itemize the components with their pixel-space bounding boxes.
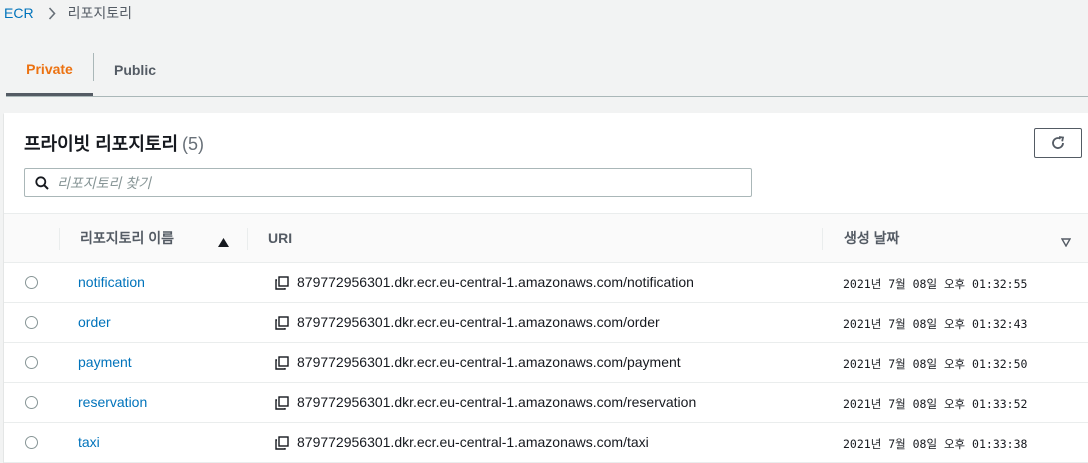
row-select-radio[interactable] bbox=[25, 436, 38, 449]
column-header-uri: URI bbox=[268, 230, 293, 246]
repository-name-link[interactable]: notification bbox=[78, 274, 145, 290]
panel-title-text: 프라이빗 리포지토리 bbox=[24, 134, 179, 154]
row-select-radio[interactable] bbox=[25, 396, 38, 409]
refresh-icon bbox=[1050, 135, 1066, 151]
search-box bbox=[24, 168, 752, 197]
table-row: taxi 879772956301.dkr.ecr.eu-central-1.a… bbox=[4, 423, 1088, 463]
table-row: payment 879772956301.dkr.ecr.eu-central-… bbox=[4, 343, 1088, 383]
column-separator bbox=[59, 228, 60, 250]
breadcrumb-ecr-link[interactable]: ECR bbox=[4, 5, 34, 21]
repository-uri: 879772956301.dkr.ecr.eu-central-1.amazon… bbox=[297, 314, 660, 330]
repository-uri: 879772956301.dkr.ecr.eu-central-1.amazon… bbox=[297, 434, 649, 450]
table-header: 리포지토리 이름 URI 생성 날짜 bbox=[4, 213, 1088, 263]
refresh-button[interactable] bbox=[1034, 128, 1082, 158]
column-header-name[interactable]: 리포지토리 이름 bbox=[80, 214, 174, 262]
table-row: order 879772956301.dkr.ecr.eu-central-1.… bbox=[4, 303, 1088, 343]
repository-uri: 879772956301.dkr.ecr.eu-central-1.amazon… bbox=[297, 354, 681, 370]
created-date: 2021년 7월 08일 오후 01:32:43 bbox=[843, 317, 1028, 331]
table-row: notification 879772956301.dkr.ecr.eu-cen… bbox=[4, 263, 1088, 303]
tab-private[interactable]: Private bbox=[6, 44, 93, 96]
copy-icon[interactable] bbox=[275, 276, 289, 290]
copy-icon[interactable] bbox=[275, 436, 289, 450]
row-select-radio[interactable] bbox=[25, 276, 38, 289]
breadcrumb-current: 리포지토리 bbox=[67, 5, 132, 21]
table-row: reservation 879772956301.dkr.ecr.eu-cent… bbox=[4, 383, 1088, 423]
created-date: 2021년 7월 08일 오후 01:33:52 bbox=[843, 397, 1028, 411]
created-date: 2021년 7월 08일 오후 01:32:50 bbox=[843, 357, 1028, 371]
repository-tabs: Private Public bbox=[6, 44, 1088, 97]
row-select-radio[interactable] bbox=[25, 316, 38, 329]
sort-descending-icon[interactable] bbox=[1060, 234, 1072, 252]
row-select-radio[interactable] bbox=[25, 356, 38, 369]
tab-public[interactable]: Public bbox=[94, 44, 176, 96]
repository-uri: 879772956301.dkr.ecr.eu-central-1.amazon… bbox=[297, 274, 694, 290]
created-date: 2021년 7월 08일 오후 01:33:38 bbox=[843, 437, 1028, 451]
search-icon bbox=[35, 175, 49, 190]
repositories-panel: 프라이빗 리포지토리(5) 리포지토리 이름 URI 생성 날짜 bbox=[4, 113, 1088, 463]
column-separator bbox=[822, 228, 823, 250]
chevron-right-icon bbox=[48, 6, 56, 20]
breadcrumb: ECR 리포지토리 bbox=[4, 3, 132, 23]
repository-count: (5) bbox=[182, 134, 205, 154]
repository-name-link[interactable]: taxi bbox=[78, 434, 100, 450]
repository-name-link[interactable]: reservation bbox=[78, 394, 147, 410]
copy-icon[interactable] bbox=[275, 396, 289, 410]
copy-icon[interactable] bbox=[275, 316, 289, 330]
copy-icon[interactable] bbox=[275, 356, 289, 370]
panel-title: 프라이빗 리포지토리 (5) bbox=[24, 130, 204, 156]
repository-uri: 879772956301.dkr.ecr.eu-central-1.amazon… bbox=[297, 394, 697, 410]
search-input[interactable] bbox=[57, 174, 697, 191]
repository-name-link[interactable]: order bbox=[78, 314, 111, 330]
sort-ascending-icon[interactable] bbox=[218, 234, 229, 252]
created-date: 2021년 7월 08일 오후 01:32:55 bbox=[843, 277, 1028, 291]
column-header-created[interactable]: 생성 날짜 bbox=[844, 214, 899, 262]
repository-name-link[interactable]: payment bbox=[78, 354, 132, 370]
column-separator bbox=[247, 228, 248, 250]
